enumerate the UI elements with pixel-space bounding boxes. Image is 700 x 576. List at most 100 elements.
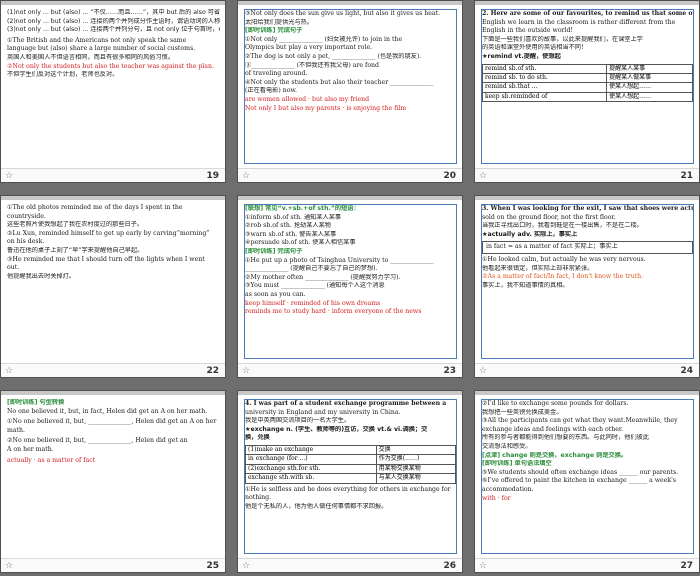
text-line: ⑥I've offered to paint the kitchen in ex… — [482, 477, 676, 485]
slide-content: 2. Here are some of our favourites, to r… — [481, 9, 694, 164]
exercise-heading: [即时训练] 完成句子 — [245, 27, 303, 35]
star-icon[interactable]: ☆ — [5, 561, 13, 571]
answer: is enjoying the film — [346, 104, 407, 112]
text-line: 当我正寻找出口时，我看到鞋是在一楼出售，不是在二楼。 — [482, 222, 643, 230]
slide-22[interactable]: ①The old photos reminded me of the days … — [0, 195, 226, 378]
slide-26[interactable]: 4. I was part of a student exchange prog… — [237, 390, 463, 573]
answer: keep himself — [245, 299, 285, 307]
text-line: ②My mother often ______________ (提醒我努力学习… — [245, 273, 401, 281]
text-line: 3. When I was looking for the exit, I sa… — [482, 205, 693, 212]
text-line: ①He put up a photo of Tsinghua Universit… — [245, 256, 434, 264]
text-line: No one believed it, but, in fact, Helen … — [7, 407, 208, 415]
table-row: in exchange (for ...) 作为交换(……) — [245, 454, 456, 465]
page-number: 21 — [680, 171, 693, 181]
text-line: English in the outside world! — [482, 27, 573, 35]
page-number: 23 — [443, 366, 456, 376]
star-icon[interactable]: ☆ — [242, 561, 250, 571]
text-line: 鲁迅在他的桌子上刻了“早”字来提醒他自己早起。 — [7, 246, 144, 254]
answer: with — [482, 494, 496, 502]
star-icon[interactable]: ☆ — [479, 561, 487, 571]
page-number: 26 — [443, 561, 456, 571]
text-line: Olympics but play a very important role. — [245, 44, 373, 52]
slide-footer: ☆ 27 — [475, 558, 699, 572]
page-number: 19 — [206, 171, 219, 181]
slide-20[interactable]: ③Not only does the sun give us light, bu… — [237, 0, 463, 183]
text-line: out. — [7, 264, 20, 272]
text-line: 下面是一些我们喜欢的故事，以此来提醒我们，在课堂上学 — [482, 35, 643, 43]
answer-key: reminds me to study hard · inform everyo… — [245, 308, 422, 316]
table-cell: remind sb.that ... — [482, 82, 608, 93]
table-cell: exchange sth.with sb. — [245, 473, 377, 484]
star-icon[interactable]: ☆ — [5, 171, 13, 181]
text-line: ③You must ______________ (通知每个人这个消息 — [245, 282, 385, 290]
table-cell: in exchange (for ...) — [245, 454, 377, 465]
slide-footer: ☆ 21 — [475, 168, 699, 182]
page-number: 24 — [680, 366, 693, 376]
text-line: 换，兑换 — [245, 434, 270, 442]
slide-topbar — [238, 1, 462, 5]
text-line: (1)not only ... but (also) ... “不仅……而且……… — [7, 9, 220, 16]
slide-content: [联想] 常见“v.+sb.+of sth.”的短语： ①inform sb.o… — [244, 204, 457, 359]
answer: as a matter of fact — [37, 456, 96, 464]
slide-content: 3. When I was looking for the exit, I sa… — [481, 204, 694, 359]
text-line: (2)not only ... but (also) ... 连接的两个并列成分… — [7, 17, 220, 25]
star-icon[interactable]: ☆ — [242, 171, 250, 181]
text-line: exchange ideas and feelings with each ot… — [482, 425, 624, 433]
text-line: ④Not only the students but also their te… — [245, 78, 434, 86]
exercise-heading: [即时训练] 句型转换 — [7, 399, 65, 406]
slide-25[interactable]: [即时训练] 句型转换 No one believed it, but, in … — [0, 390, 226, 573]
text-line: 4. I was part of a student exchange prog… — [245, 400, 447, 407]
table-cell: remind sb. to do sth. — [482, 72, 608, 84]
exercise-heading: [即时训练] 完成句子 — [245, 247, 303, 255]
text-line: 他提醒我出去时关掉灯。 — [7, 272, 76, 280]
answer-key: are women allowed · but also my friend — [245, 95, 370, 103]
slide-footer: ☆ 26 — [238, 558, 462, 572]
answer: are women allowed — [245, 95, 307, 103]
text-line: ★exchange n. (学生、教师等的)互访，交换 vt.& vi.调换；交 — [245, 425, 428, 433]
text-line: ②I'd like to exchange some pounds for do… — [482, 400, 629, 407]
star-icon[interactable]: ☆ — [5, 366, 13, 376]
text-line: 不但学生们反对这个计划，老师也反对。 — [7, 71, 119, 79]
text-line: language but (also) share a large number… — [7, 45, 196, 53]
exercise-heading: [即时训练] 单句语法填空 — [482, 460, 552, 468]
star-icon[interactable]: ☆ — [479, 171, 487, 181]
table-row: remind sb. to do sth. 提醒某人做某事 — [482, 72, 693, 84]
slide-topbar — [475, 196, 699, 200]
slide-footer: ☆ 25 — [1, 558, 225, 572]
answer: actually — [7, 456, 32, 464]
text-line: (3)not only ... but (also) ... 连接两个并列分句，… — [7, 26, 220, 34]
slide-23[interactable]: [联想] 常见“v.+sb.+of sth.”的短语： ①inform sb.o… — [237, 195, 463, 378]
text-line: ______________ (提醒自己不要忘了自己的梦想). — [245, 265, 378, 273]
text-line: 所有的参与者都能得到他们想要的东西。与此同时，他们彼此 — [482, 434, 650, 442]
table-cell: remind sb.of sth. — [482, 63, 608, 74]
text-line: ①Not only ______________ (妇女被允许) to join… — [245, 35, 403, 43]
slide-19[interactable]: (1)not only ... but (also) ... “不仅……而且……… — [0, 0, 226, 183]
slide-21[interactable]: 2. Here are some of our favourites, to r… — [474, 0, 700, 183]
answer: but also my friend — [311, 95, 370, 103]
text-line: 交流想法和感受。 — [482, 442, 532, 450]
slide-topbar — [238, 391, 462, 395]
slide-topbar — [1, 391, 225, 395]
table-cell: (2)exchange sth.for sth. — [245, 463, 377, 475]
table-row: (1)make an exchange 交换 — [245, 444, 456, 456]
table-cell: 使某人想起…… — [606, 91, 693, 103]
slide-27[interactable]: ②I'd like to exchange some pounds for do… — [474, 390, 700, 573]
text-line: ③______________ (不但我还有我父母) are fond — [245, 61, 379, 69]
table-row: remind sb.that ... 使某人想起…… — [482, 82, 693, 93]
slide-content: ③Not only does the sun give us light, bu… — [244, 9, 457, 164]
text-line: sold on the ground floor, not the first … — [482, 213, 616, 221]
star-icon[interactable]: ☆ — [479, 366, 487, 376]
phrase-table: remind sb.of sth. 提醒某人某事 remind sb. to do… — [482, 63, 693, 103]
slide-footer: ☆ 20 — [238, 168, 462, 182]
text-line: ①He looked calm, but actually he was ver… — [482, 255, 646, 263]
text-line: ①inform sb.of sth. 通知某人某事 — [245, 213, 342, 221]
text-line: 我是中英两国交流项目的一名大学生。 — [245, 417, 351, 425]
slide-24[interactable]: 3. When I was looking for the exit, I sa… — [474, 195, 700, 378]
text-line: countryside. — [7, 212, 46, 220]
text-line: ②The dog is not only a pet, ____________… — [245, 52, 422, 60]
page-number: 22 — [206, 366, 219, 376]
text-line: ②rob sb.of sth. 抢劫某人某物 — [245, 222, 331, 230]
text-line: 他看起来很镇定，但实际上却非常紧张。 — [482, 264, 594, 272]
answer-key: keep himself · reminded of his own dream… — [245, 299, 381, 307]
star-icon[interactable]: ☆ — [242, 366, 250, 376]
